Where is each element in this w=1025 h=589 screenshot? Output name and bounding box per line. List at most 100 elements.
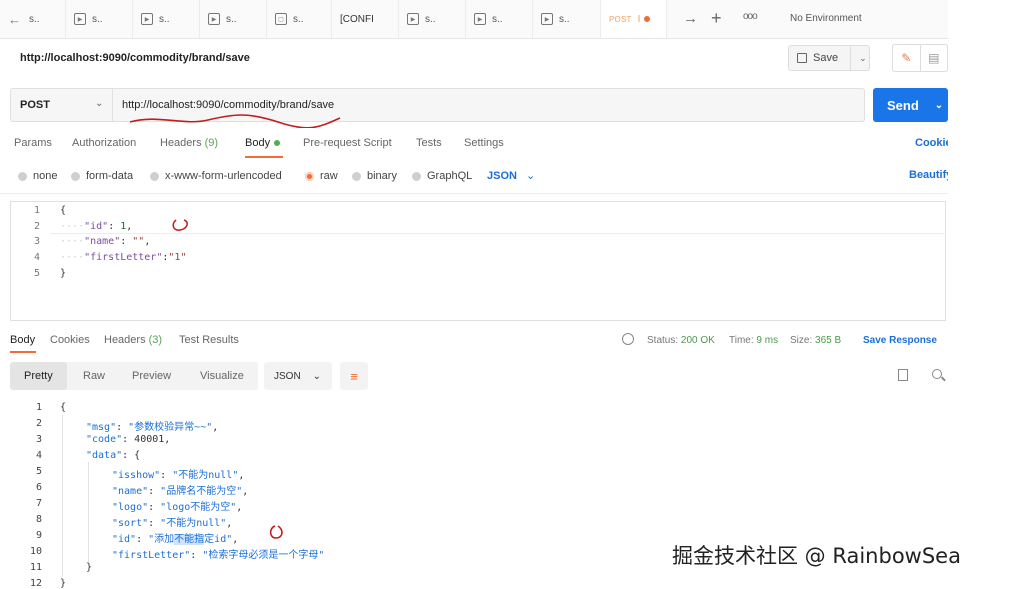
status-label: Status: (647, 335, 679, 346)
radio-graphql[interactable]: GraphQL (412, 170, 472, 182)
view-pretty[interactable]: Pretty (10, 362, 67, 390)
tab-body[interactable]: Body (245, 137, 281, 149)
radio-selected-icon (305, 171, 314, 181)
response-format-select[interactable]: JSON ⌄ (264, 362, 332, 390)
chevron-down-icon[interactable]: ⌄ (859, 53, 867, 64)
code-line: "isshow": "不能为null", (112, 470, 245, 481)
doc-icon: ▢ (275, 13, 287, 25)
chevron-down-icon[interactable]: ⌄ (95, 98, 103, 109)
line-number: 7 (35, 498, 42, 509)
send-button[interactable]: Send ⌄ (873, 88, 948, 122)
edit-icon[interactable]: ✎ (893, 45, 920, 71)
view-visualize[interactable]: Visualize (200, 362, 244, 390)
code-line: "code": 40001, (86, 434, 171, 445)
arrow-right-icon[interactable]: → (683, 10, 698, 27)
line-number: 6 (35, 482, 42, 493)
code-line: "logo": "logo不能为空", (112, 502, 243, 513)
view-preview[interactable]: Preview (132, 362, 171, 390)
json-value: "logo不能为空" (160, 502, 237, 513)
red-circle-annotation (269, 525, 283, 539)
chevron-down-icon: ⌄ (312, 370, 322, 382)
tab-2[interactable]: ▶ s.. (66, 0, 133, 38)
response-tab-cookies[interactable]: Cookies (50, 334, 90, 346)
code-line: ····"name": "", (60, 236, 151, 247)
code-line: "name": "品牌名不能为空", (112, 486, 249, 497)
radio-raw[interactable]: raw (305, 170, 338, 182)
radio-binary[interactable]: binary (352, 170, 397, 182)
indent-guide (88, 462, 89, 562)
save-label: Save (813, 52, 839, 64)
json-key: "firstLetter" (112, 550, 191, 561)
tab-5[interactable]: ▢ s.. (267, 0, 332, 38)
tab-8[interactable]: ▶ s.. (466, 0, 533, 38)
line-number: 11 (29, 562, 42, 573)
code-line: } (60, 268, 67, 279)
json-key: "code" (86, 434, 123, 445)
globe-icon[interactable] (622, 333, 634, 345)
tab-4[interactable]: ▶ s.. (200, 0, 267, 38)
tab-params[interactable]: Params (14, 137, 52, 149)
arrow-left-icon: ← (8, 11, 21, 27)
plus-icon[interactable]: + (711, 8, 722, 29)
code-line: ····"firstLetter":"1" (60, 252, 187, 263)
radio-form-data[interactable]: form-data (71, 170, 133, 182)
wrap-lines-icon[interactable]: ≡ (340, 362, 368, 390)
tab-active-post[interactable]: POST I (601, 0, 667, 38)
code-line: } (60, 578, 67, 589)
tab-9[interactable]: ▶ s.. (533, 0, 601, 38)
search-icon[interactable] (932, 369, 942, 379)
request-tab-bar: ← s.. ▶ s.. ▶ s.. ▶ s.. ▢ s.. [CONFI ▶ s… (0, 0, 948, 39)
tab-1[interactable]: ← s.. (0, 0, 66, 38)
tab-label: s.. (492, 13, 503, 25)
size-value: 365 B (815, 335, 842, 346)
json-brace: { (134, 450, 141, 461)
beautify-link[interactable]: Beautify (909, 169, 952, 181)
tab-headers[interactable]: Headers (9) (160, 137, 218, 149)
copy-icon[interactable] (898, 369, 908, 381)
radio-icon (150, 171, 159, 181)
response-tab-body[interactable]: Body (10, 334, 35, 346)
format-label: JSON (274, 370, 301, 382)
status-value: 200 OK (680, 335, 715, 346)
status-readout: Status: 200 OK (647, 335, 715, 346)
tab-settings[interactable]: Settings (464, 137, 504, 149)
line-number: 1 (33, 205, 40, 216)
play-icon: ▶ (541, 13, 553, 25)
cookies-link[interactable]: Cookie (915, 137, 952, 149)
tab-7[interactable]: ▶ s.. (399, 0, 466, 38)
response-tab-test-results[interactable]: Test Results (179, 334, 239, 346)
tab-method: POST (609, 14, 632, 24)
tab-3[interactable]: ▶ s.. (133, 0, 200, 38)
chevron-down-icon[interactable]: ⌄ (935, 100, 943, 111)
background (948, 0, 1025, 589)
save-button[interactable]: Save ⌄ (788, 45, 870, 71)
view-raw[interactable]: Raw (83, 362, 105, 390)
response-tab-headers[interactable]: Headers (3) (104, 334, 162, 346)
line-number: 8 (35, 514, 42, 525)
line-number: 3 (35, 434, 42, 445)
tab-prerequest-script[interactable]: Pre-request Script (303, 137, 392, 149)
postman-window: ← s.. ▶ s.. ▶ s.. ▶ s.. ▢ s.. [CONFI ▶ s… (0, 0, 952, 589)
selected-text: 不能指 (174, 534, 205, 545)
request-title: http://localhost:9090/commodity/brand/sa… (20, 52, 250, 64)
active-tab-indicator (10, 351, 36, 353)
format-label: JSON (487, 170, 517, 182)
tab-label: s.. (226, 13, 237, 25)
environment-selector[interactable]: No Environment (790, 13, 862, 24)
tab-label: s.. (159, 13, 170, 25)
tab-label: s.. (29, 13, 40, 25)
body-format-select[interactable]: JSON ⌄ (487, 169, 535, 182)
save-response-button[interactable]: Save Response (863, 335, 937, 346)
json-key: "id" (112, 534, 137, 545)
method-select[interactable]: POST (20, 99, 50, 111)
radio-none[interactable]: none (18, 170, 57, 182)
line-number: 4 (33, 252, 40, 263)
radio-urlencoded[interactable]: x-www-form-urlencoded (150, 170, 282, 182)
tab-6[interactable]: [CONFI (332, 0, 399, 38)
json-key: "id" (84, 221, 109, 232)
docs-icon[interactable]: ▤ (919, 45, 948, 71)
more-icon[interactable]: ooo (743, 11, 758, 22)
tab-tests[interactable]: Tests (416, 137, 442, 149)
radio-label: form-data (86, 170, 134, 182)
tab-authorization[interactable]: Authorization (72, 137, 136, 149)
